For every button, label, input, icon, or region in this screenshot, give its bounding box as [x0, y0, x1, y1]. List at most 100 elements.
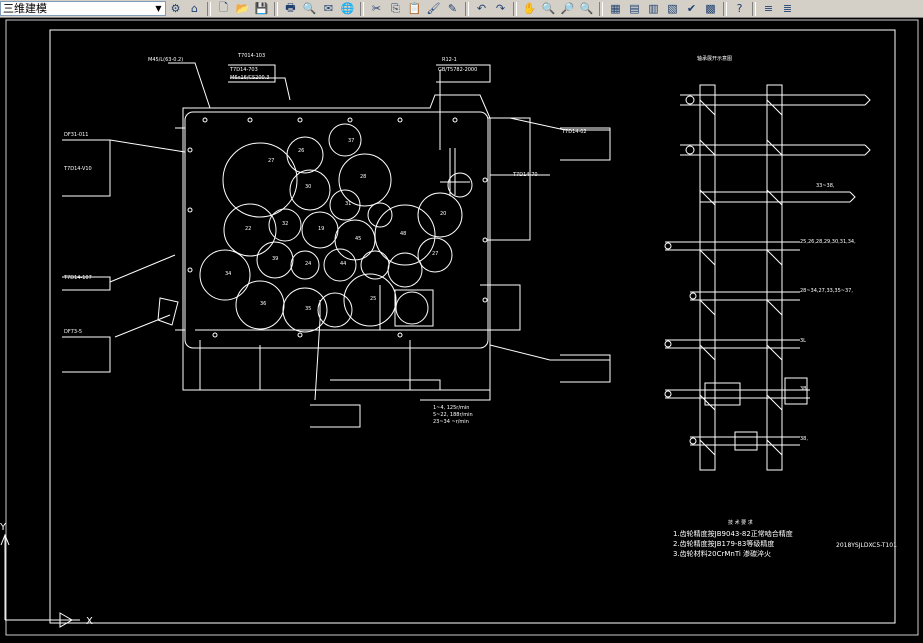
workspace-value: 三维建模	[3, 2, 47, 15]
gear-label: 27	[268, 158, 274, 164]
tech-title: 技 术 要 求	[728, 519, 753, 526]
gear-label: 34	[225, 271, 231, 277]
tech-req: 3.齿轮材料20CrMnTi 渗碳淬火	[673, 549, 771, 558]
drawing-number: 2018YSJLDXC5-T101	[836, 542, 897, 549]
drawing-canvas[interactable]: M45/L(63-0.2) T7014-103 T7D14-703 M6x16/…	[0, 18, 923, 639]
layers-icon[interactable]: ≡	[760, 1, 777, 17]
callout-text: M6x16/CS200.3	[230, 75, 269, 81]
zoom-window-icon[interactable]: 🔎	[559, 1, 576, 17]
toolbar-separator	[207, 1, 211, 16]
home-icon[interactable]: ⌂	[186, 1, 203, 17]
gear-label: 48	[400, 231, 406, 237]
speed-text: 23~34 ~r/min	[433, 419, 469, 425]
callout-text: T7014-103	[237, 53, 265, 59]
gear-label: 26	[298, 148, 304, 154]
copy-icon[interactable]: ⎘	[387, 1, 404, 17]
chevron-down-icon[interactable]: ▼	[153, 3, 164, 14]
gear-label: 30	[305, 184, 311, 190]
workspace-dropdown[interactable]: 三维建模 ▼	[0, 1, 166, 16]
gear-label: 24	[305, 261, 311, 267]
cad-drawing[interactable]: M45/L(63-0.2) T7014-103 T7D14-703 M6x16/…	[0, 18, 923, 639]
zoom-realtime-icon[interactable]: 🔍	[540, 1, 557, 17]
match-properties-icon[interactable]: 🖌	[425, 1, 442, 17]
workspace-settings-icon[interactable]: ⚙	[167, 1, 184, 17]
callout-text: T7D14-703	[229, 67, 258, 73]
print-preview-icon[interactable]: 🔍	[301, 1, 318, 17]
publish-icon[interactable]: ✉	[320, 1, 337, 17]
gear-label: 35	[305, 306, 311, 312]
calculator-icon[interactable]: ▩	[702, 1, 719, 17]
toolbar-separator	[599, 1, 603, 16]
toolbar-separator	[360, 1, 364, 16]
toolbar-separator	[723, 1, 727, 16]
gear-label: 37	[348, 138, 354, 144]
gearbox-plate	[184, 111, 489, 349]
ucs-x-label: X	[86, 616, 93, 627]
gearbox-housing	[182, 94, 491, 391]
gear-label: 28	[360, 174, 366, 180]
undo-icon[interactable]: ↶	[473, 1, 490, 17]
gear-label: 44	[340, 261, 346, 267]
ucs-y-label: Y	[0, 522, 7, 533]
save-icon[interactable]: 💾	[253, 1, 270, 17]
gear-label: 25	[370, 296, 376, 302]
gear-label: 20	[440, 211, 446, 217]
shaft-layout-diagram	[664, 84, 871, 471]
shaft-label: 25,26,28,29,30,31,34,	[800, 239, 856, 245]
toolbar-separator	[274, 1, 278, 16]
section-title: 轴承展开示意图	[697, 55, 732, 62]
callout-text: R12-1	[442, 57, 457, 63]
open-file-icon[interactable]: 📂	[234, 1, 251, 17]
gear-label: 36	[260, 301, 266, 307]
gear-label: 19	[318, 226, 324, 232]
toolbar-separator	[513, 1, 517, 16]
gear-label: 22	[245, 226, 251, 232]
gear-label: 39	[272, 256, 278, 262]
sheet-set-icon[interactable]: ▧	[664, 1, 681, 17]
layer-states-icon[interactable]: ≣	[779, 1, 796, 17]
cut-icon[interactable]: ✂	[368, 1, 385, 17]
new-file-icon[interactable]: 🗋	[215, 1, 232, 17]
shaft-label: 3B	[800, 386, 807, 392]
gear-labels: 37 26 27 28 30 31 22 32 19 45 48 20 27 34 39 24 44 36 35 25	[225, 138, 446, 312]
gear-label: 27	[432, 251, 438, 257]
callout-text: T7D14-V10	[63, 166, 92, 172]
print-icon[interactable]: 🖶	[282, 1, 299, 17]
properties-icon[interactable]: ▦	[607, 1, 624, 17]
shaft-label: 38,	[800, 436, 808, 442]
paste-icon[interactable]: 📋	[406, 1, 423, 17]
standard-toolbar: 三维建模 ▼ ⚙ ⌂ 🗋 📂 💾 🖶 🔍 ✉ 🌐 ✂ ⎘ 📋 🖌 ✎ ↶ ↷ ✋ 🔍 🔎 🔍 ▦ ▤ ▥ ▧ ✔ ▩? ≡ ≣	[0, 0, 923, 18]
tool-palettes-icon[interactable]: ▥	[645, 1, 662, 17]
callout-text: M45/L(63-0.2)	[148, 57, 183, 63]
callout-text: T7D14-02	[561, 129, 587, 135]
gear-cluster	[199, 123, 473, 333]
callout-text: GB/T5782-2000	[438, 67, 477, 73]
tech-req: 2.齿轮精度按JB179-83等级精度	[673, 539, 774, 548]
shaft-label: 33~38,	[816, 183, 835, 189]
toolbar-separator	[465, 1, 469, 16]
block-editor-icon[interactable]: ✎	[444, 1, 461, 17]
callout-text: T7D14-107	[63, 275, 92, 281]
ucs-icon	[0, 533, 80, 628]
gear-label: 31	[345, 201, 351, 207]
callout-text: DF31-011	[64, 132, 88, 138]
toolbar-separator	[752, 1, 756, 16]
oil-gauge	[157, 297, 179, 326]
redo-icon[interactable]: ↷	[492, 1, 509, 17]
shaft-label: 3L	[800, 338, 806, 344]
toolbar-buttons: ⚙ ⌂ 🗋 📂 💾 🖶 🔍 ✉ 🌐 ✂ ⎘ 📋 🖌 ✎ ↶ ↷ ✋ 🔍 🔎 🔍 ▦ ▤ ▥ ▧ ✔ ▩? ≡ ≣	[166, 1, 797, 17]
zoom-previous-icon[interactable]: 🔍	[578, 1, 595, 17]
plot-icon[interactable]: 🌐	[339, 1, 356, 17]
pan-icon[interactable]: ✋	[521, 1, 538, 17]
gear-label: 45	[355, 236, 361, 242]
design-center-icon[interactable]: ▤	[626, 1, 643, 17]
callout-text: T7D14-70	[512, 172, 538, 178]
tech-req: 1.齿轮精度按JB9043-82正常啮合精度	[673, 529, 793, 538]
gear-label: 32	[282, 221, 288, 227]
callout-text: DF73-5	[64, 329, 82, 335]
speed-text: 1~4, 125r/min	[433, 405, 469, 411]
help-icon[interactable]: ?	[731, 1, 748, 17]
shaft-label: 28~34,27,33,35~37,	[800, 288, 853, 294]
markup-icon[interactable]: ✔	[683, 1, 700, 17]
speed-text: 5~22, 188r/min	[433, 412, 473, 418]
